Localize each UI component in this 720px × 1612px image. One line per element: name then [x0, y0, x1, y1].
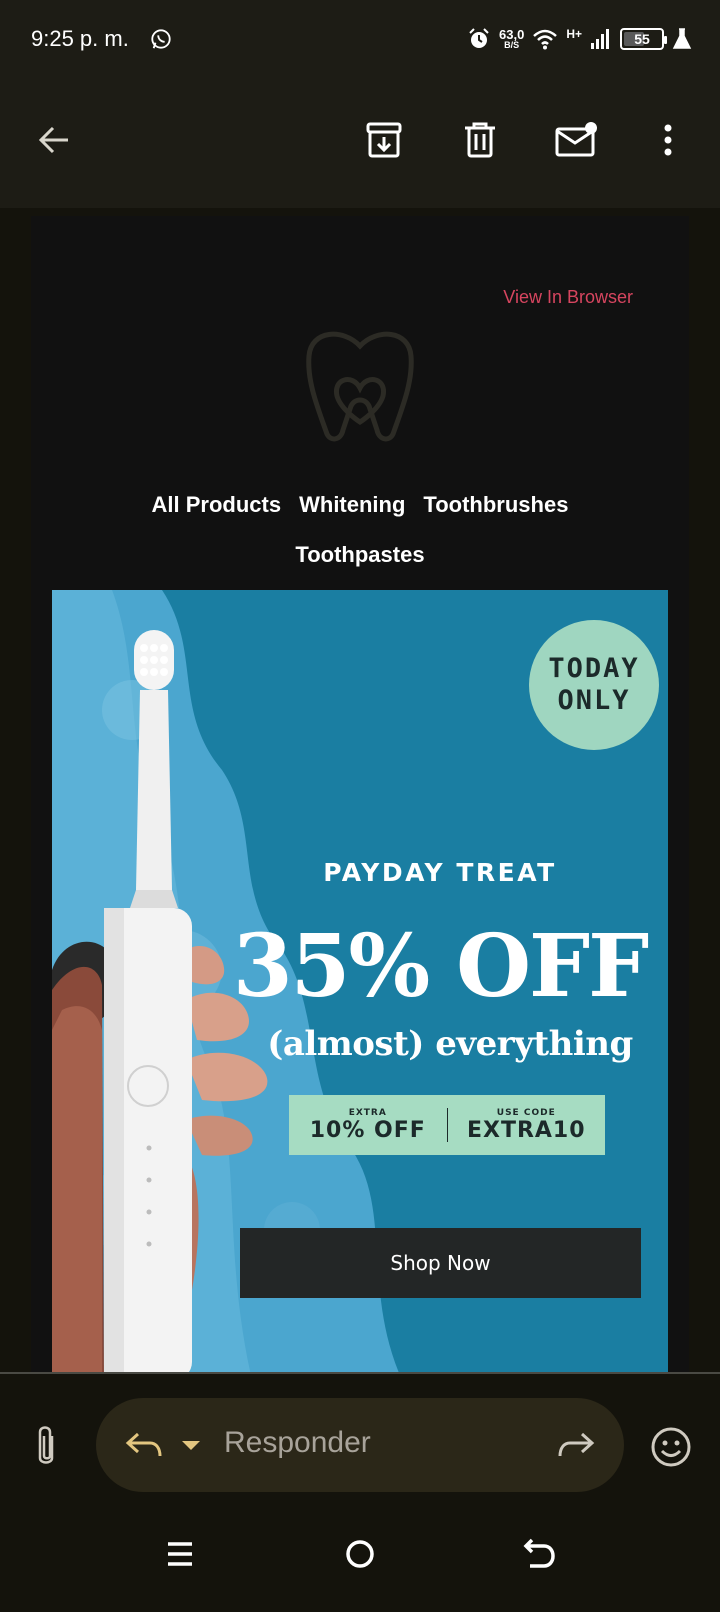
- view-in-browser-link[interactable]: View In Browser: [503, 287, 633, 308]
- wifi-icon: [533, 29, 558, 50]
- promo-banner[interactable]: TODAY ONLY PAYDAY TREAT 35% OFF (almost)…: [52, 590, 668, 1372]
- system-nav-bar: [0, 1492, 720, 1612]
- promo-code-box: EXTRA 10% OFF USE CODE EXTRA10: [289, 1095, 605, 1155]
- status-time: 9:25 p. m.: [31, 26, 129, 51]
- reply-icon[interactable]: [124, 1430, 164, 1460]
- status-icons: 63,0 B/S H+ 55: [467, 24, 692, 54]
- badge-line-2: ONLY: [557, 685, 631, 716]
- nav-toothpastes[interactable]: Toothpastes: [295, 542, 424, 567]
- mark-unread-icon: [555, 122, 597, 157]
- archive-icon: [366, 122, 402, 158]
- speed-unit: B/S: [504, 40, 520, 50]
- alarm-icon: [469, 28, 489, 48]
- today-only-badge: TODAY ONLY: [529, 620, 659, 750]
- nav-whitening[interactable]: Whitening: [299, 492, 405, 517]
- email-viewport[interactable]: View In Browser All Products Whitening Too…: [0, 208, 720, 1372]
- network-type: H+: [566, 27, 582, 41]
- signal-icon: [591, 29, 609, 49]
- extra-label: EXTRA: [348, 1107, 387, 1118]
- nav-all-products[interactable]: All Products: [152, 492, 282, 517]
- emoji-icon[interactable]: [650, 1426, 692, 1468]
- attach-icon[interactable]: [28, 1424, 64, 1470]
- more-options-button[interactable]: [642, 114, 694, 166]
- email-toolbar: [0, 80, 720, 208]
- back-button[interactable]: [28, 114, 80, 166]
- battery-level: 55: [634, 31, 650, 47]
- promo-code: USE CODE EXTRA10: [448, 1108, 606, 1143]
- shop-now-button[interactable]: Shop Now: [240, 1228, 641, 1298]
- badge-line-1: TODAY: [548, 652, 640, 684]
- reply-bar: Responder: [0, 1374, 720, 1492]
- whatsapp-icon: [151, 29, 171, 49]
- back-icon[interactable]: [522, 1536, 558, 1572]
- recents-icon[interactable]: [162, 1536, 198, 1572]
- discount-text: 35% OFF: [232, 916, 649, 1017]
- category-nav: All Products Whitening Toothbrushes Toothp…: [31, 481, 689, 581]
- extra-discount: EXTRA 10% OFF: [289, 1108, 447, 1143]
- battery-icon: 55: [620, 28, 667, 50]
- promo-headline: PAYDAY TREAT: [323, 858, 557, 887]
- promo-subhead: (almost) everything: [267, 1024, 633, 1064]
- status-bar: 9:25 p. m. 63,0 B/S H+ 55: [0, 0, 720, 80]
- code-label: USE CODE: [496, 1107, 556, 1118]
- mark-unread-button[interactable]: [550, 114, 602, 166]
- extra-value: 10% OFF: [309, 1117, 426, 1143]
- delete-button[interactable]: [454, 114, 506, 166]
- archive-button[interactable]: [358, 114, 410, 166]
- email-content: View In Browser All Products Whitening Too…: [31, 216, 689, 1372]
- code-value: EXTRA10: [466, 1117, 586, 1143]
- brand-tooth-logo-icon: [306, 331, 414, 442]
- forward-icon[interactable]: [556, 1430, 596, 1460]
- reply-field[interactable]: Responder: [96, 1398, 624, 1492]
- home-icon[interactable]: [342, 1536, 378, 1572]
- network-speed: 63,0 B/S: [499, 28, 524, 50]
- flask-icon: [672, 28, 692, 49]
- more-vert-icon: [664, 124, 672, 156]
- dropdown-caret-icon[interactable]: [180, 1434, 202, 1456]
- delete-icon: [465, 122, 495, 158]
- reply-placeholder: Responder: [224, 1426, 371, 1459]
- back-arrow-icon: [38, 126, 68, 154]
- nav-toothbrushes[interactable]: Toothbrushes: [423, 492, 568, 517]
